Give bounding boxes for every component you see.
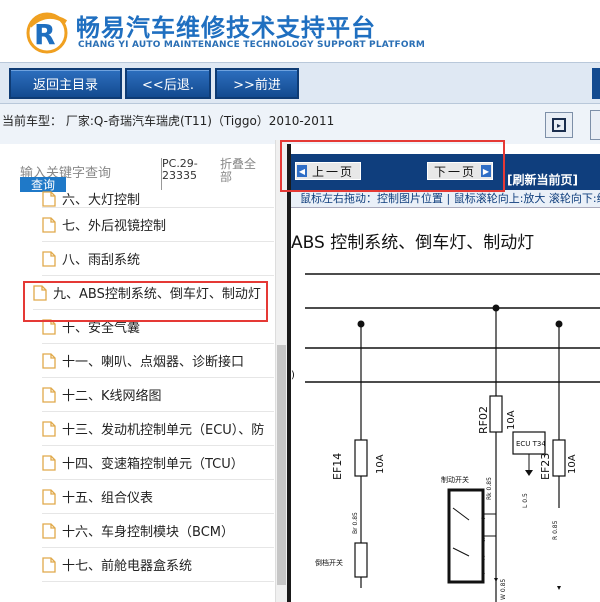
wire-label: L 0.5 <box>522 493 529 508</box>
catalog-scrollbar[interactable] <box>275 140 287 602</box>
tree-item[interactable]: 十三、发动机控制单元（ECU）、防 <box>42 412 274 446</box>
tree-item[interactable]: 六、大灯控制 <box>42 190 274 208</box>
app-title: 畅易汽车维修技术支持平台 <box>76 14 376 42</box>
file-icon <box>42 488 56 505</box>
catalog-panel: 输入关键字查询 查询 PC.29-23335 折叠全部 六、大灯控制 七、外后视… <box>0 144 290 602</box>
app-header: R 畅易汽车维修技术支持平台 CHANG YI AUTO MAINTENANCE… <box>0 0 600 62</box>
forward-button[interactable]: >>前进 <box>215 68 299 99</box>
current-model-bar: 当前车型： 厂家:Q-奇瑞汽车瑞虎(T11)（Tiggo）2010-2011 <box>0 104 600 144</box>
cy-logo-icon: R <box>26 12 68 54</box>
tree-item-label: 七、外后视镜控制 <box>62 219 167 234</box>
file-icon <box>42 190 56 207</box>
pin-label: 2 <box>481 554 485 562</box>
wire-label: Br 0.85 <box>352 512 359 534</box>
tree-item-label: 八、雨刮系统 <box>62 253 141 268</box>
fuse-rating: 10A <box>375 454 386 474</box>
tree-item[interactable]: 十一、喇叭、点烟器、诊断接口 <box>42 344 274 378</box>
tree-item[interactable]: 十五、组合仪表 <box>42 480 274 514</box>
file-icon <box>42 386 56 403</box>
tree-item-label: 十三、发动机控制单元（ECU）、防 <box>62 423 265 438</box>
file-icon <box>42 556 56 573</box>
file-icon <box>42 420 56 437</box>
fuse-label: EF23 <box>539 453 552 480</box>
refresh-page-button[interactable]: [刷新当前页] <box>507 171 578 188</box>
wire-label: R 0.85 <box>552 520 559 540</box>
fuse-label: EF14 <box>331 453 344 480</box>
pc-code: PC.29-23335 <box>162 157 198 182</box>
ecu-label: ECU T34 <box>516 440 546 448</box>
pin-label: 1 <box>481 568 485 576</box>
tree-item[interactable]: 七、外后视镜控制 <box>42 208 274 242</box>
fold-all-button[interactable]: 折叠全部 <box>220 158 256 184</box>
tree-item-label: 十六、车身控制模块（BCM） <box>62 525 234 540</box>
app-subtitle: CHANG YI AUTO MAINTENANCE TECHNOLOGY SUP… <box>78 40 426 50</box>
viewer-hint: 鼠标左右拖动：控制图片位置 | 鼠标滚轮向上:放大 滚轮向下:缩小 <box>291 190 600 208</box>
nav-bar-edge <box>592 68 600 99</box>
reverse-switch-label: 倒档开关 <box>315 558 343 567</box>
current-model-text: 当前车型： 厂家:Q-奇瑞汽车瑞虎(T11)（Tiggo）2010-2011 <box>2 114 335 128</box>
svg-text:R: R <box>34 18 56 51</box>
search-area: 输入关键字查询 查询 PC.29-23335 折叠全部 <box>0 144 290 196</box>
tree-item[interactable]: 十二、K线网络图 <box>42 378 274 412</box>
tree-item-label: 十四、变速箱控制单元（TCU） <box>62 457 244 472</box>
back-button[interactable]: <<后退. <box>125 68 211 99</box>
file-icon <box>42 454 56 471</box>
pin-label: 4 <box>481 514 486 522</box>
catalog-scrollbar-thumb[interactable] <box>277 345 286 585</box>
home-button[interactable]: 返回主目录 <box>9 68 122 99</box>
tree-item-label: 六、大灯控制 <box>62 193 141 208</box>
fuse-rating: 10A <box>567 454 578 474</box>
tree-item-label: 十七、前舱电器盒系统 <box>62 559 193 574</box>
tree-item[interactable]: 十四、变速箱控制单元（TCU） <box>42 446 274 480</box>
highlight-box-page-nav <box>280 140 505 192</box>
fuse-rating: 10A <box>506 410 517 430</box>
tree-item[interactable]: 十六、车身控制模块（BCM） <box>42 514 274 548</box>
file-icon <box>42 352 56 369</box>
wire-label: W 0.85 <box>500 579 507 600</box>
tree-item-label: 十二、K线网络图 <box>62 389 162 404</box>
tree-item-label: 十一、喇叭、点烟器、诊断接口 <box>62 355 245 370</box>
wiring-diagram[interactable]: EF14 10A RF02 10A EF23 10A ECU T34 制动开关 … <box>291 208 600 602</box>
pin-label: 3 <box>481 536 485 544</box>
wire-label: Rk 0.85 <box>486 477 493 500</box>
file-icon <box>42 522 56 539</box>
brake-switch-label: 制动开关 <box>441 475 469 484</box>
tree-item[interactable]: 八、雨刮系统 <box>42 242 274 276</box>
document-viewer: ◀ 上一页 下一页 ▶ [刷新当前页] 鼠标左右拖动：控制图片位置 | 鼠标滚轮… <box>291 144 600 602</box>
file-icon <box>42 250 56 267</box>
tree-item[interactable]: 十七、前舱电器盒系统 <box>42 548 274 582</box>
nav-bar: 返回主目录 <<后退. >>前进 <box>0 62 600 104</box>
fuse-label: RF02 <box>477 406 490 434</box>
highlight-box-tree-item <box>23 281 268 322</box>
file-icon <box>42 216 56 233</box>
window-icon[interactable]: ▸ <box>545 112 573 138</box>
tree-item-label: 十五、组合仪表 <box>62 491 154 506</box>
panel-toggle-button[interactable] <box>590 110 600 140</box>
